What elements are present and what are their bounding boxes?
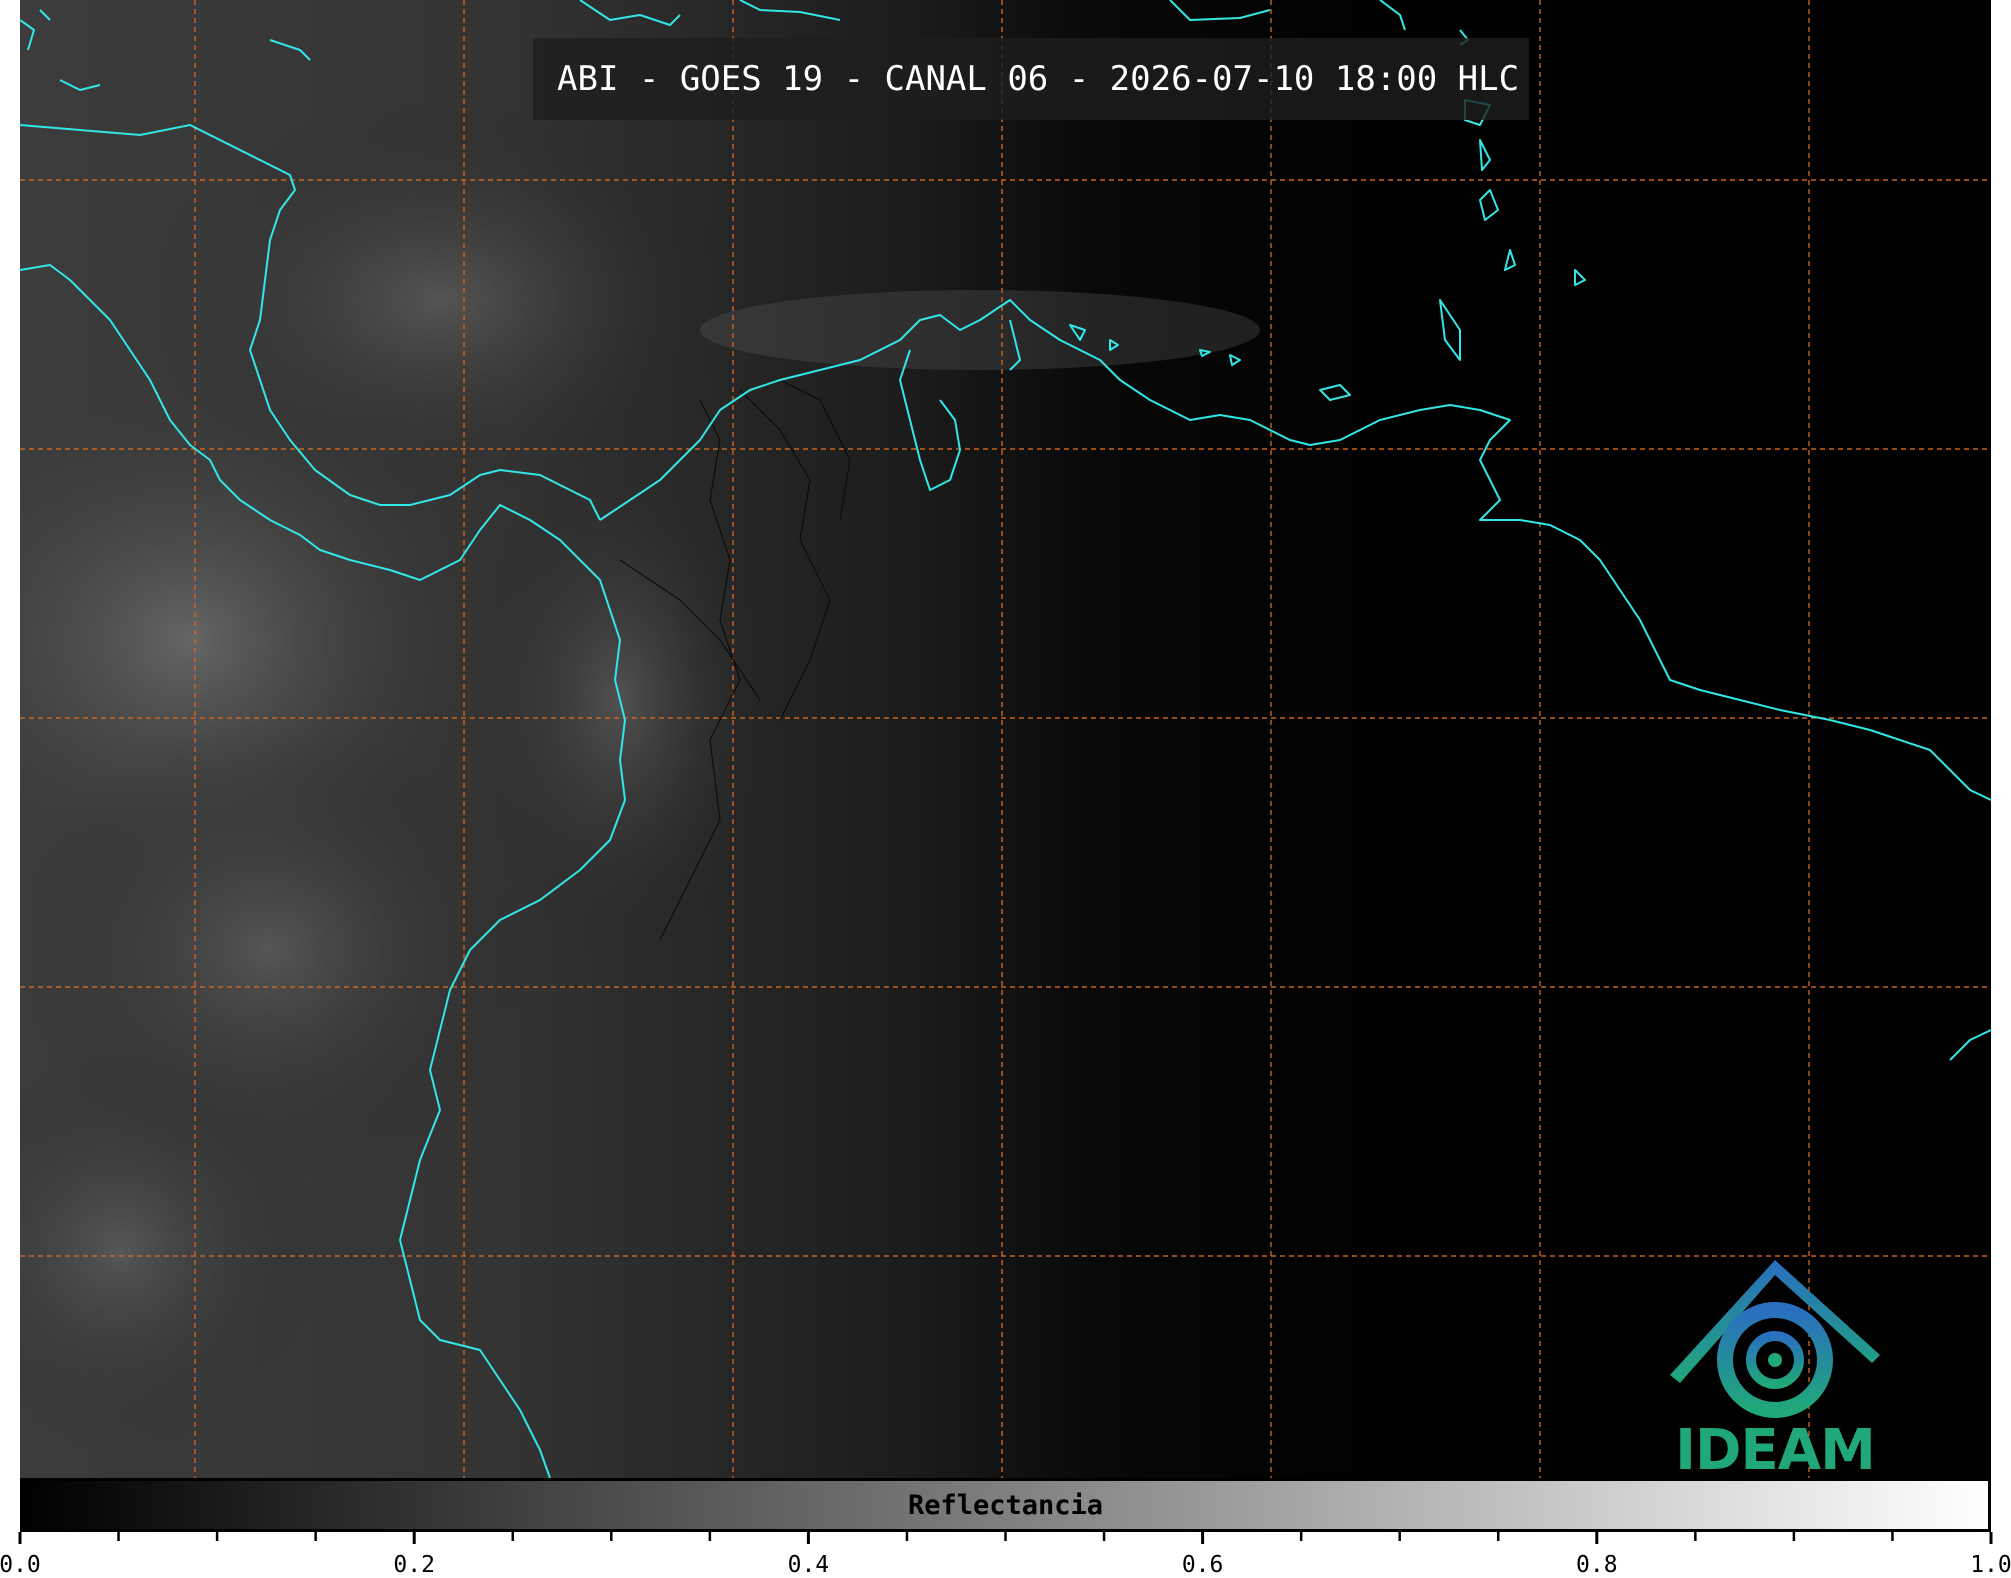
ideam-logo-text: IDEAM <box>1675 1418 1876 1478</box>
colorbar: Reflectancia <box>20 1478 1991 1532</box>
colorbar-tick-label: 0.0 <box>0 1552 41 1578</box>
ideam-logo-icon <box>1670 1260 1880 1418</box>
map-title-box: ABI - GOES 19 - CANAL 06 - 2026-07-10 18… <box>533 38 1529 120</box>
colorbar-tick-label: 0.2 <box>393 1552 435 1578</box>
colorbar-tick-label: 1.0 <box>1970 1552 2011 1578</box>
colorbar-tick-label: 0.8 <box>1576 1552 1618 1578</box>
cloud-mass <box>700 290 1260 370</box>
colorbar-tick-label: 0.6 <box>1181 1552 1224 1578</box>
ideam-logo: IDEAM <box>1660 1255 1890 1478</box>
colorbar-tick-label: 0.4 <box>787 1552 830 1578</box>
colorbar-label: Reflectancia <box>907 1489 1104 1521</box>
colorbar-ticks <box>18 1532 1993 1544</box>
map-title: ABI - GOES 19 - CANAL 06 - 2026-07-10 18… <box>557 59 1520 99</box>
satellite-map: ABI - GOES 19 - CANAL 06 - 2026-07-10 18… <box>20 0 1991 1478</box>
cloud-mass <box>140 100 740 500</box>
